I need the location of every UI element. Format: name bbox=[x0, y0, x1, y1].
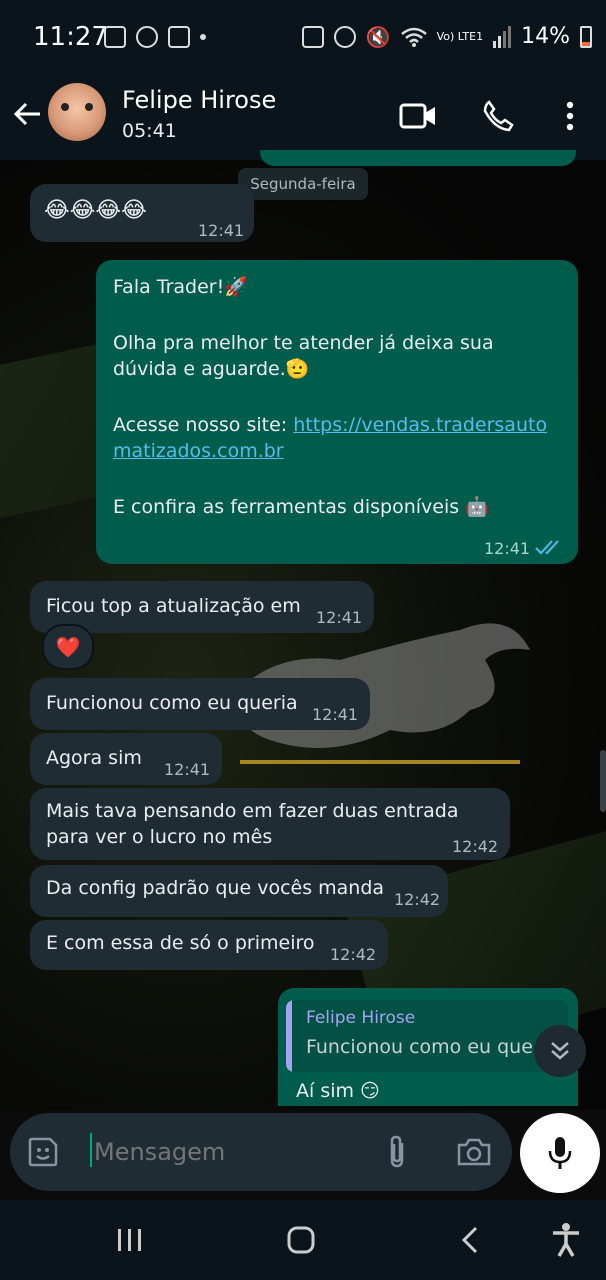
menu-button[interactable] bbox=[550, 96, 590, 136]
accessibility-button[interactable] bbox=[544, 1218, 588, 1262]
date-chip: Segunda-feira bbox=[238, 168, 368, 200]
message-bubble-incoming[interactable]: 😂😂😂😂 12:41 bbox=[30, 184, 254, 242]
mute-icon: 🔇 bbox=[365, 24, 391, 49]
battery-icon bbox=[580, 25, 592, 48]
more-vert-icon bbox=[566, 101, 574, 131]
more-notifications-dot bbox=[200, 34, 206, 40]
video-call-button[interactable] bbox=[398, 96, 438, 136]
home-button[interactable] bbox=[279, 1218, 323, 1262]
message-composer bbox=[10, 1113, 512, 1191]
message-bubble-incoming[interactable]: Funcionou como eu queria 12:41 bbox=[30, 678, 370, 730]
message-time: 12:42 bbox=[394, 890, 441, 909]
message-bubble-incoming[interactable]: Da config padrão que vocês manda 12:42 bbox=[30, 865, 448, 917]
camera-icon[interactable] bbox=[456, 1137, 492, 1167]
message-time: 12:41 bbox=[164, 760, 211, 779]
video-camera-icon bbox=[399, 103, 435, 129]
system-nav-bar bbox=[0, 1200, 606, 1280]
quote-author: Felipe Hirose bbox=[306, 1008, 416, 1028]
message-bubble-incoming[interactable]: E com essa de só o primeiro 12:42 bbox=[30, 920, 388, 970]
double-chevron-down-icon bbox=[551, 1042, 569, 1060]
read-ticks-icon bbox=[535, 540, 559, 555]
avatar[interactable] bbox=[48, 83, 106, 141]
chat-header: Felipe Hirose 05:41 bbox=[0, 78, 606, 160]
battery-percent: 14% bbox=[521, 24, 570, 49]
microphone-icon bbox=[548, 1137, 572, 1169]
tools-line: E confira as ferramentas disponíveis 🤖 bbox=[113, 496, 489, 518]
message-text: Aí sim 😏 bbox=[296, 1080, 380, 1102]
app-icon bbox=[136, 26, 158, 48]
clock: 11:27 bbox=[33, 22, 108, 52]
wifi-icon bbox=[400, 27, 427, 47]
message-text: Funcionou como eu queria bbox=[46, 692, 298, 714]
message-time: 12:41 bbox=[316, 608, 363, 627]
ask-line: Olha pra melhor te atender já deixa sua … bbox=[113, 332, 494, 380]
alarm-icon bbox=[333, 25, 356, 48]
signal-icon bbox=[493, 25, 512, 48]
scrollbar[interactable] bbox=[600, 750, 606, 812]
message-bubble-outgoing[interactable]: Fala Trader!🚀 Olha pra melhor te atender… bbox=[96, 260, 578, 564]
back-arrow-icon[interactable] bbox=[12, 98, 44, 130]
message-text: Ficou top a atualização em bbox=[46, 595, 301, 617]
voice-record-button[interactable] bbox=[520, 1113, 600, 1193]
status-bar: 11:27 🔇 Vo) LTE1 14% bbox=[0, 0, 606, 78]
message-bubble-incoming[interactable]: Agora sim 12:41 bbox=[30, 733, 222, 785]
quote-text: Funcionou como eu que bbox=[306, 1036, 533, 1058]
home-icon bbox=[287, 1226, 315, 1254]
message-text: 😂😂😂😂 bbox=[44, 198, 147, 223]
recents-icon bbox=[118, 1229, 141, 1251]
message-text: Agora sim bbox=[46, 747, 142, 769]
message-text: E com essa de só o primeiro bbox=[46, 932, 315, 954]
message-bubble-incoming[interactable]: Mais tava pensando em fazer duas entrada… bbox=[30, 788, 510, 860]
site-label: Acesse nosso site: bbox=[113, 414, 294, 436]
message-input[interactable] bbox=[92, 1131, 376, 1173]
reaction-badge[interactable]: ❤️ bbox=[42, 624, 94, 670]
recent-apps-button[interactable] bbox=[108, 1218, 152, 1262]
message-time: 12:41 bbox=[484, 539, 531, 558]
system-icons: 🔇 Vo) LTE1 14% bbox=[301, 24, 592, 49]
greeting-line: Fala Trader!🚀 bbox=[113, 276, 248, 298]
network-label: Vo) LTE1 bbox=[436, 30, 484, 43]
back-button[interactable] bbox=[448, 1218, 492, 1262]
notification-icons bbox=[104, 26, 206, 48]
back-chevron-icon bbox=[461, 1226, 478, 1254]
phone-icon bbox=[483, 100, 514, 132]
quoted-message[interactable]: Felipe Hirose Funcionou como eu que bbox=[286, 1000, 568, 1072]
sticker-icon[interactable] bbox=[26, 1135, 60, 1169]
last-seen: 05:41 bbox=[122, 120, 177, 142]
message-text: Mais tava pensando em fazer duas entrada… bbox=[46, 800, 459, 848]
attach-icon[interactable] bbox=[382, 1133, 412, 1171]
contact-name[interactable]: Felipe Hirose bbox=[122, 86, 276, 114]
message-bubble-partial[interactable] bbox=[260, 150, 576, 166]
gmail-icon bbox=[168, 26, 190, 48]
message-time: 12:41 bbox=[198, 221, 245, 240]
message-time: 12:41 bbox=[312, 705, 359, 724]
message-time: 12:42 bbox=[330, 945, 377, 964]
battery-saver-icon bbox=[301, 25, 324, 48]
accessibility-icon bbox=[553, 1223, 579, 1257]
message-time: 12:42 bbox=[452, 837, 499, 856]
gallery-icon bbox=[104, 26, 126, 48]
scroll-to-bottom-button[interactable] bbox=[534, 1025, 586, 1077]
message-text: Fala Trader!🚀 Olha pra melhor te atender… bbox=[113, 274, 563, 520]
voice-call-button[interactable] bbox=[478, 96, 518, 136]
message-text: Da config padrão que vocês manda bbox=[46, 877, 385, 899]
